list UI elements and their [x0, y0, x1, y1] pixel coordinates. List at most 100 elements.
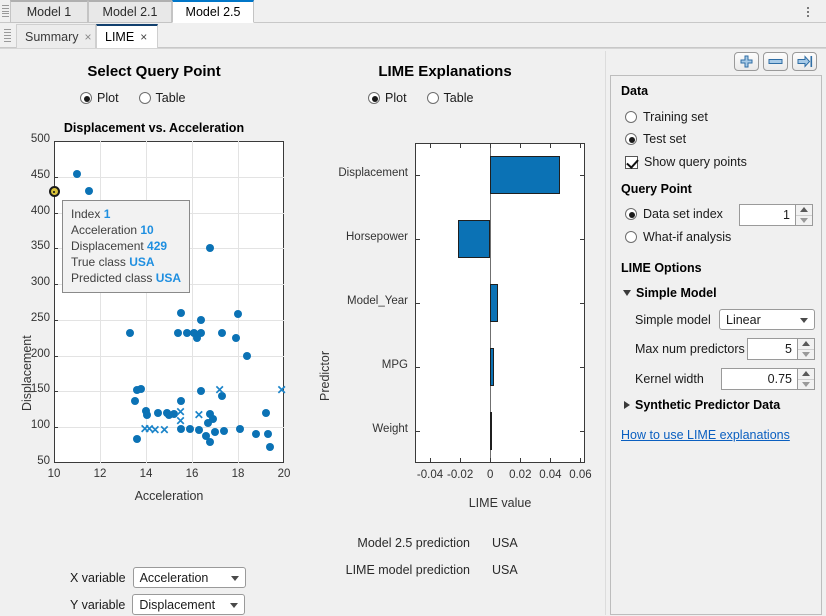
scatter-y-axis-label: Displacement	[20, 335, 34, 411]
synthetic-predictor-data-toggle[interactable]: Synthetic Predictor Data	[624, 398, 780, 412]
scatter-point-correct[interactable]	[204, 419, 212, 427]
radio-label: Plot	[97, 91, 119, 105]
x-tick-top	[490, 143, 491, 148]
kebab-menu-icon[interactable]	[800, 3, 816, 20]
doc-tab-summary[interactable]: Summary ×	[16, 24, 96, 48]
data-set-index-stepper[interactable]: 1	[739, 204, 813, 226]
scatter-point-correct[interactable]	[206, 438, 214, 446]
scatter-chart-title: Displacement vs. Acceleration	[14, 121, 294, 135]
scatter-point-correct[interactable]	[73, 170, 81, 178]
y-tick	[54, 284, 58, 285]
scatter-point-correct[interactable]	[174, 329, 182, 337]
scatter-point-correct[interactable]	[131, 397, 139, 405]
y-tick-label: 250	[18, 312, 50, 324]
scatter-chart[interactable]: Displacement vs. Acceleration 1012141618…	[14, 121, 294, 541]
close-icon[interactable]: ×	[140, 31, 147, 43]
stepper-down-icon[interactable]	[796, 216, 812, 226]
query-view-table-radio[interactable]: Table	[139, 91, 186, 105]
x-variable-dropdown[interactable]: Acceleration	[133, 567, 246, 588]
scatter-point-correct[interactable]	[193, 334, 201, 342]
y-tick-label: 350	[18, 240, 50, 252]
scatter-point-correct[interactable]	[126, 329, 134, 337]
lime-bar[interactable]	[490, 348, 494, 385]
lime-category-label: MPG	[320, 359, 408, 371]
add-button[interactable]	[734, 52, 759, 71]
scatter-point-correct[interactable]	[262, 409, 270, 417]
x-tick	[460, 458, 461, 463]
stepper-down-icon[interactable]	[798, 350, 814, 360]
scatter-point-correct[interactable]	[220, 427, 228, 435]
scatter-point-incorrect[interactable]: ✕	[159, 425, 170, 436]
tooltip-label: Displacement	[71, 239, 147, 253]
model-tab-model-1[interactable]: Model 1	[10, 0, 88, 23]
scatter-point-correct[interactable]	[236, 425, 244, 433]
max-num-predictors-text: Max num predictors	[635, 342, 745, 356]
scatter-point-correct[interactable]	[177, 397, 185, 405]
simple-model-dropdown[interactable]: Linear	[719, 309, 815, 330]
simple-model-group-toggle[interactable]: Simple Model	[623, 286, 717, 300]
lime-bar[interactable]	[490, 156, 560, 193]
lime-y-axis-label: Predictor	[318, 351, 332, 401]
doc-tab-lime[interactable]: LIME ×	[96, 24, 158, 48]
lime-bar[interactable]	[490, 412, 492, 449]
kernel-width-input[interactable]: 0.75	[721, 368, 798, 390]
stepper-buttons	[798, 368, 815, 390]
model-tab-model-2-1[interactable]: Model 2.1	[88, 0, 172, 23]
scatter-point-correct[interactable]	[243, 352, 251, 360]
lime-bar-chart[interactable]: DisplacementHorsepowerModel_YearMPGWeigh…	[300, 121, 600, 561]
data-set-index-input[interactable]: 1	[739, 204, 796, 226]
close-icon[interactable]: ×	[84, 31, 91, 43]
lime-view-table-radio[interactable]: Table	[427, 91, 474, 105]
scatter-point-correct[interactable]	[211, 428, 219, 436]
stepper-down-icon[interactable]	[798, 380, 814, 390]
radio-dot-icon	[625, 133, 637, 145]
scatter-point-incorrect[interactable]: ✕	[175, 416, 186, 427]
expand-panel-button[interactable]	[792, 52, 817, 71]
scatter-point-incorrect[interactable]: ✕	[193, 410, 204, 421]
data-section-heading: Data	[621, 84, 648, 98]
scatter-point-incorrect[interactable]: ✕	[214, 385, 225, 396]
y-tick-label: 450	[18, 169, 50, 181]
stepper-up-icon[interactable]	[798, 339, 814, 350]
model-tab-label: Model 1	[27, 5, 71, 19]
y-tick-right	[580, 367, 585, 368]
chevron-down-icon	[623, 290, 631, 296]
scatter-point-correct[interactable]	[165, 411, 173, 419]
drag-grip-icon[interactable]	[2, 4, 10, 18]
lime-bar[interactable]	[458, 220, 490, 257]
max-num-predictors-stepper[interactable]: 5	[747, 338, 815, 360]
model-tab-model-2-5[interactable]: Model 2.5	[172, 0, 254, 23]
simple-model-group-label: Simple Model	[636, 286, 717, 300]
scatter-point-correct[interactable]	[154, 409, 162, 417]
test-set-radio[interactable]: Test set	[625, 132, 686, 146]
scatter-point-incorrect[interactable]: ✕	[276, 385, 287, 396]
query-view-plot-radio[interactable]: Plot	[80, 91, 119, 105]
simple-model-label: Simple model	[635, 313, 711, 327]
query-point-marker[interactable]	[49, 186, 60, 197]
lime-bar[interactable]	[490, 284, 498, 321]
kernel-width-stepper[interactable]: 0.75	[721, 368, 815, 390]
drag-grip-icon[interactable]	[4, 29, 12, 42]
what-if-analysis-radio[interactable]: What-if analysis	[625, 230, 731, 244]
max-num-predictors-input[interactable]: 5	[747, 338, 798, 360]
data-set-index-radio[interactable]: Data set index	[625, 207, 723, 221]
stepper-up-icon[interactable]	[796, 205, 812, 216]
scatter-point-correct[interactable]	[197, 387, 205, 395]
model-tab-label: Model 2.5	[186, 5, 241, 19]
remove-button[interactable]	[763, 52, 788, 71]
stepper-up-icon[interactable]	[798, 369, 814, 380]
scatter-point-correct[interactable]	[232, 334, 240, 342]
training-set-radio[interactable]: Training set	[625, 110, 708, 124]
scatter-point-correct[interactable]	[137, 385, 145, 393]
x-tick-top	[520, 143, 521, 148]
show-query-points-checkbox[interactable]: Show query points	[625, 155, 747, 169]
y-variable-dropdown[interactable]: Displacement	[132, 594, 245, 615]
how-to-use-lime-link[interactable]: How to use LIME explanations	[621, 428, 790, 442]
lime-view-plot-radio[interactable]: Plot	[368, 91, 407, 105]
y-tick	[54, 391, 58, 392]
x-tick-label: 14	[132, 468, 160, 480]
lime-category-label: Model_Year	[320, 295, 408, 307]
scatter-point-correct[interactable]	[177, 309, 185, 317]
scatter-point-correct[interactable]	[85, 187, 93, 195]
scatter-point-correct[interactable]	[218, 329, 226, 337]
